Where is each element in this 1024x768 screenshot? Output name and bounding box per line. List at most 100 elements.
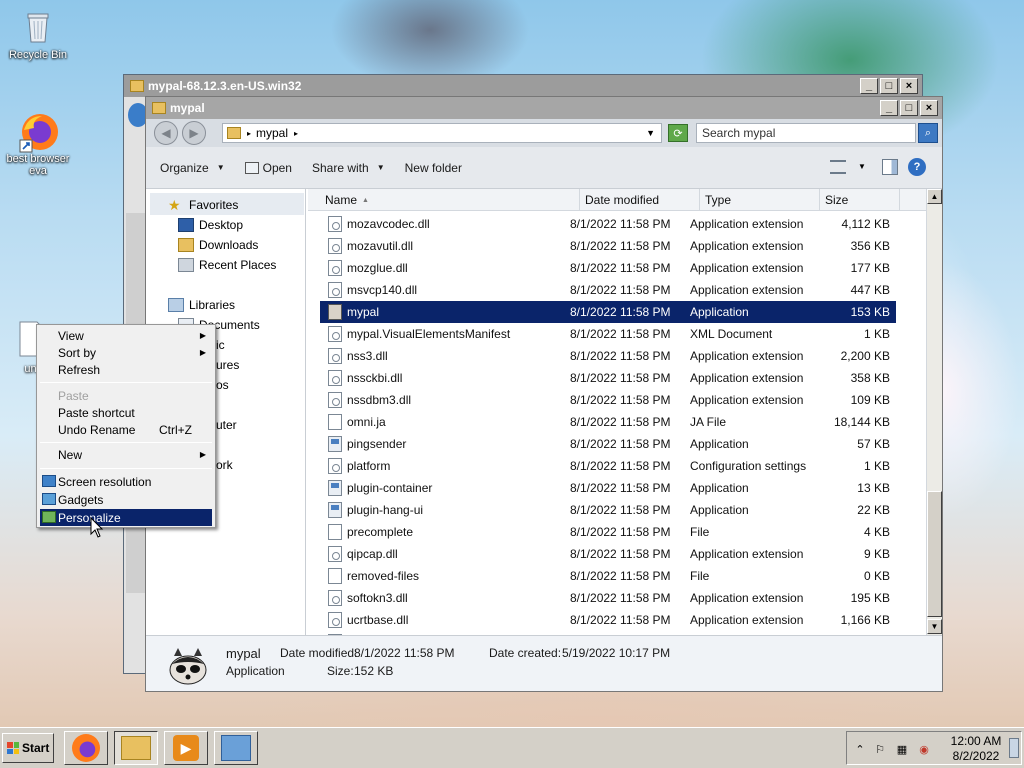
organize-button[interactable]: Organize ▼ [150,156,235,180]
refresh-icon[interactable]: ⟳ [668,124,688,142]
column-header-date-modified[interactable]: Date modified [580,189,700,211]
nav-network[interactable]: ork [216,455,233,475]
file-date: 8/1/2022 11:58 PM [570,349,671,363]
view-dropdown-icon[interactable]: ▼ [858,162,866,171]
nav-libraries[interactable]: Libraries [168,295,235,315]
file-row[interactable]: nssdbm3.dll 8/1/2022 11:58 PM Application … [320,389,896,411]
file-row[interactable]: softokn3.dll 8/1/2022 11:58 PM Application… [320,587,896,609]
network-icon[interactable]: ▦ [895,742,909,756]
file-row[interactable]: precomplete 8/1/2022 11:58 PM File 4 KB [320,521,896,543]
nav-favorites[interactable]: ★ Favorites [168,195,238,215]
nav-recent-places[interactable]: Recent Places [178,255,276,275]
volume-muted-icon[interactable]: ◉ [917,742,931,756]
minimize-button[interactable]: _ [860,78,878,94]
nav-downloads[interactable]: Downloads [178,235,258,255]
menu-item-personalize[interactable]: Personalize [40,509,212,526]
background-window-titlebar[interactable]: mypal-68.12.3.en-US.win32 _ □ × [124,75,922,97]
file-row[interactable]: ucrtbase.dll 8/1/2022 11:58 PM Application… [320,609,896,631]
details-date-modified: 8/1/2022 11:58 PM [354,646,455,660]
vertical-scrollbar[interactable]: ▲ ▼ [926,189,942,636]
nav-music[interactable]: ic [216,335,225,355]
file-row[interactable]: plugin-hang-ui 8/1/2022 11:58 PM Applicati… [320,499,896,521]
breadcrumb-separator-icon[interactable]: ▸ [294,129,298,138]
file-row[interactable]: msvcp140.dll 8/1/2022 11:58 PM Application… [320,279,896,301]
address-row: ◀ ▶ ▸ mypal ▸ ▼ ⟳ Search mypal ⌕ [146,119,942,147]
breadcrumb-mypal[interactable]: mypal [256,126,288,140]
search-icon[interactable]: ⌕ [918,123,938,143]
file-row[interactable]: nssckbi.dll 8/1/2022 11:58 PM Application … [320,367,896,389]
file-size: 358 KB [850,371,890,385]
menu-item-screen-resolution[interactable]: Screen resolution [40,473,212,490]
file-type-icon [328,282,342,298]
minimize-button[interactable]: _ [880,100,898,116]
menu-sort-by-label: Sort by [58,345,97,360]
taskbar-control-panel-button[interactable] [214,731,258,765]
start-button[interactable]: Start [2,733,54,763]
file-row[interactable]: mozavcodec.dll 8/1/2022 11:58 PM Applicati… [320,213,896,235]
file-size: 18,144 KB [833,415,890,429]
file-row[interactable]: pingsender 8/1/2022 11:58 PM Application 57… [320,433,896,455]
file-size: 1,166 KB [840,613,890,627]
preview-pane-icon[interactable] [882,159,898,175]
file-type: Application extension [690,261,804,275]
menu-item-undo-rename[interactable]: Undo Rename Ctrl+Z [40,421,212,438]
menu-item-view[interactable]: View ▶ [40,327,212,344]
file-type: Application [690,437,749,451]
forward-button[interactable]: ▶ [182,121,206,145]
menu-item-paste-shortcut[interactable]: Paste shortcut [40,404,212,421]
help-icon[interactable]: ? [908,158,926,176]
file-row[interactable]: removed-files 8/1/2022 11:58 PM File 0 KB [320,565,896,587]
file-row[interactable]: qipcap.dll 8/1/2022 11:58 PM Application e… [320,543,896,565]
best-browser-eva-desktop-icon[interactable]: best browser eva [0,110,76,177]
menu-undo-rename-shortcut: Ctrl+Z [159,422,192,437]
address-dropdown-icon[interactable]: ▼ [646,128,655,138]
menu-item-refresh[interactable]: Refresh [40,361,212,378]
action-center-flag-icon[interactable]: ⚐ [873,742,887,756]
address-bar[interactable]: ▸ mypal ▸ ▼ [222,123,662,143]
file-row[interactable]: mypal 8/1/2022 11:58 PM Application 153 KB [320,301,896,323]
explorer-titlebar[interactable]: mypal _ □ × [146,97,942,119]
scrollbar-thumb[interactable] [927,491,942,617]
column-header-name[interactable]: Name ▲ [320,189,580,211]
taskbar-explorer-button[interactable] [114,731,158,765]
breadcrumb-separator-icon[interactable]: ▸ [247,129,251,138]
scroll-up-button[interactable]: ▲ [927,189,942,204]
share-with-button[interactable]: Share with ▼ [302,156,395,180]
details-date-created-label: Date created: [489,646,562,660]
close-button[interactable]: × [920,100,938,116]
nav-videos[interactable]: os [216,375,229,395]
menu-item-sort-by[interactable]: Sort by ▶ [40,344,212,361]
scroll-down-button[interactable]: ▼ [927,619,942,634]
nav-computer[interactable]: uter [216,415,237,435]
taskbar-media-player-button[interactable]: ▶ [164,731,208,765]
recycle-bin-desktop-icon[interactable]: Recycle Bin [0,6,76,61]
file-row[interactable]: omni.ja 8/1/2022 11:58 PM JA File 18,144 KB [320,411,896,433]
file-row[interactable]: mypal.VisualElementsManifest 8/1/2022 11:… [320,323,896,345]
maximize-button[interactable]: □ [900,100,918,116]
back-button[interactable]: ◀ [154,121,178,145]
column-header-type[interactable]: Type [700,189,820,211]
explorer-window[interactable]: mypal _ □ × ◀ ▶ ▸ mypal ▸ ▼ ⟳ Search myp… [145,96,943,692]
show-hidden-icons-icon[interactable]: ⌃ [853,742,867,756]
column-header-size[interactable]: Size [820,189,900,211]
change-view-icon[interactable] [830,160,846,174]
show-desktop-button[interactable] [1009,738,1019,758]
file-row[interactable]: plugin-container 8/1/2022 11:58 PM Applica… [320,477,896,499]
menu-item-gadgets[interactable]: Gadgets [40,491,212,508]
file-row[interactable]: mozglue.dll 8/1/2022 11:58 PM Application … [320,257,896,279]
maximize-button[interactable]: □ [880,78,898,94]
new-folder-button[interactable]: New folder [395,156,472,180]
file-name-cell: platform [328,455,583,477]
close-button[interactable]: × [900,78,918,94]
nav-pictures[interactable]: ures [216,355,239,375]
menu-item-new[interactable]: New ▶ [40,446,212,463]
nav-desktop[interactable]: Desktop [178,215,243,235]
file-row[interactable]: mozavutil.dll 8/1/2022 11:58 PM Applicatio… [320,235,896,257]
file-row[interactable]: platform 8/1/2022 11:58 PM Configuration s… [320,455,896,477]
search-input[interactable]: Search mypal [696,123,916,143]
clock[interactable]: 12:00 AM 8/2/2022 [939,734,1013,764]
taskbar-firefox-button[interactable] [64,731,108,765]
file-name: mozglue.dll [347,261,408,275]
file-row[interactable]: nss3.dll 8/1/2022 11:58 PM Application ext… [320,345,896,367]
open-button[interactable]: Open [235,156,302,180]
